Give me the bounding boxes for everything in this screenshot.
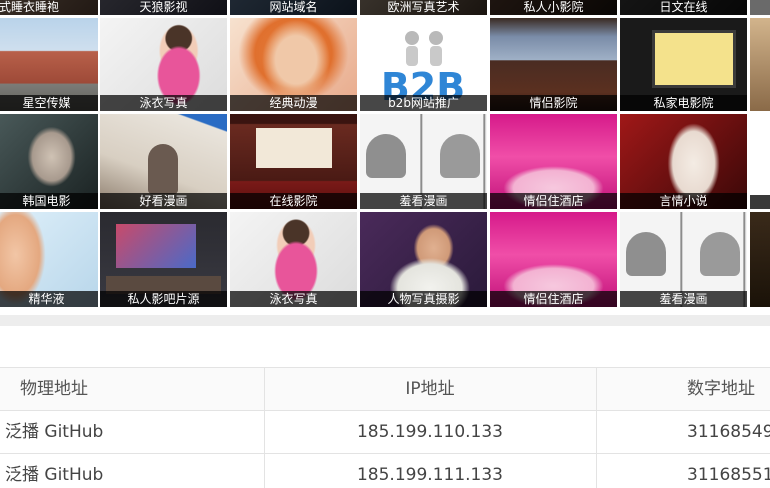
column-header-physical-address: 物理地址 [20,379,88,399]
thumbnail-caption: 星空传媒 [0,95,98,111]
thumbnail-link[interactable]: 私人影吧片源 [100,212,227,307]
ip-address-table: 物理地址 IP地址 数字地址 泛播 GitHub 185.199.110.133… [0,367,770,488]
thumbnail-link[interactable]: 式睡衣睡袍 [0,0,98,15]
column-header-numeric-address: 数字地址 [596,368,770,410]
thumbnail-link[interactable]: 网站域名 [230,0,357,15]
thumbnail-link[interactable]: 在线影院 [230,114,357,209]
ip-address-cell: 185.199.111.133 [264,454,595,488]
thumbnail-caption: b2b网站推广 [360,95,487,111]
thumbnail-caption: 好看漫画 [100,193,227,209]
thumbnail-caption: 人物写真摄影 [360,291,487,307]
theater-screen [652,30,736,88]
manga-hair-right [700,232,740,276]
thumbnail-caption: 精华液 [0,291,98,307]
thumbnail-link[interactable]: 泳衣写真 [100,18,227,111]
thumbnail-link[interactable]: 言情小说 [620,114,747,209]
numeric-address-cell: 3116854917 [596,411,770,453]
thumbnail-caption: 在线影院 [230,193,357,209]
thumbnail-edge [750,195,770,209]
thumbnail-caption: 私人小影院 [490,0,617,15]
thumbnail-link[interactable]: 韩国电影 [0,114,98,209]
thumbnail-caption: 情侣影院 [490,95,617,111]
thumbnail-caption: 羞看漫画 [620,291,747,307]
thumbnail-caption: 情侣住酒店 [490,291,617,307]
thumbnail-link[interactable]: 情侣住酒店 [490,212,617,307]
table-row: 泛播 GitHub 185.199.110.133 3116854917 [0,410,770,453]
thumbnail-link[interactable]: 日文在线 [620,0,747,15]
thumbnail-caption: 私家电影院 [620,95,747,111]
numeric-address-cell: 3116855173 [596,454,770,488]
thumbnail-caption: 日文在线 [620,0,747,15]
video-bar-screen [116,224,196,268]
thumbnail-link[interactable]: 欧洲写真艺术 [360,0,487,15]
thumbnail-caption: 情侣住酒店 [490,193,617,209]
thumbnail-link[interactable]: 好看漫画 [100,114,227,209]
manga-hair-right [440,134,480,178]
thumbnail-link[interactable]: 泳衣写真 [230,212,357,307]
thumbnail-link[interactable]: 私人小影院 [490,0,617,15]
thumbnail-caption: 韩国电影 [0,193,98,209]
thumbnail-grid: 式睡衣睡袍 天狼影视 网站域名 欧洲写真艺术 私人小影院 日文在线 星空传媒 泳… [0,0,770,307]
cinema-screen [256,128,332,168]
thumbnail-caption: 泳衣写真 [100,95,227,111]
table-header-row: 物理地址 IP地址 数字地址 [0,367,770,410]
thumbnail-caption: 羞看漫画 [360,193,487,209]
manga-hair-left [366,134,406,178]
section-divider [0,315,770,326]
thumbnail-link[interactable]: 羞看漫画 [620,212,747,307]
thumbnail-link[interactable]: B2B b2b网站推广 [360,18,487,111]
thumbnail-link[interactable]: 天狼影视 [100,0,227,15]
column-header-ip-address: IP地址 [264,368,595,410]
thumbnail-link[interactable]: 人物写真摄影 [360,212,487,307]
thumbnail-link[interactable]: 精华液 [0,212,98,307]
thumbnail-link[interactable]: 情侣住酒店 [490,114,617,209]
thumbnail-link[interactable]: 星空传媒 [0,18,98,111]
thumbnail-caption: 网站域名 [230,0,357,15]
ip-address-cell: 185.199.110.133 [264,411,595,453]
manga-hair-left [626,232,666,276]
thumbnail-edge [750,212,770,307]
physical-address-cell: 泛播 GitHub [5,465,104,485]
thumbnail-caption: 泳衣写真 [230,291,357,307]
thumbnail-edge [750,18,770,111]
comic-girl-figure [148,144,178,194]
thumbnail-link[interactable]: 经典动漫 [230,18,357,111]
thumbnail-link[interactable]: 私家电影院 [620,18,747,111]
table-row: 泛播 GitHub 185.199.111.133 3116855173 [0,453,770,488]
thumbnail-caption: 天狼影视 [100,0,227,15]
thumbnail-caption: 欧洲写真艺术 [360,0,487,15]
thumbnail-caption: 经典动漫 [230,95,357,111]
thumbnail-caption: 言情小说 [620,193,747,209]
thumbnail-caption: 私人影吧片源 [100,291,227,307]
thumbnail-link[interactable]: 情侣影院 [490,18,617,111]
thumbnail-caption: 式睡衣睡袍 [0,0,98,15]
thumbnail-edge [750,0,770,15]
thumbnail-link[interactable]: 羞看漫画 [360,114,487,209]
physical-address-cell: 泛播 GitHub [5,422,104,442]
